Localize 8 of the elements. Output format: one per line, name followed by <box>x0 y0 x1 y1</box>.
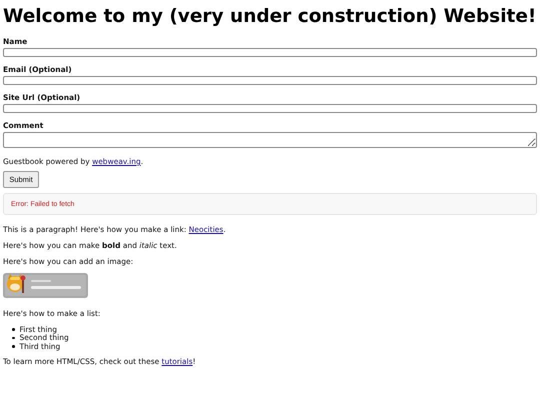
bullet-icon <box>12 328 14 330</box>
bullet-icon <box>12 336 14 339</box>
comment-field[interactable] <box>3 132 537 148</box>
bullet-icon <box>12 345 14 348</box>
input-field[interactable] <box>3 104 537 113</box>
input-field[interactable] <box>3 76 537 85</box>
page-heading: Welcome to my (very under construction) Website! <box>3 6 537 27</box>
input-field[interactable] <box>3 48 537 57</box>
